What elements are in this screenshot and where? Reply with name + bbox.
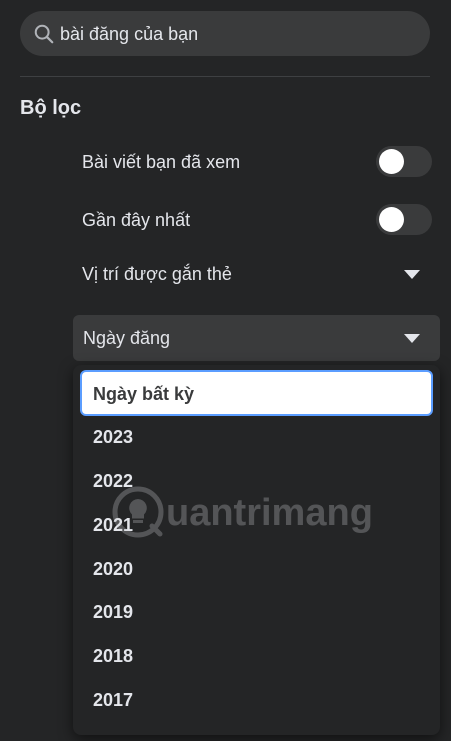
filter-most-recent-label: Gần đây nhất	[82, 210, 191, 230]
filter-most-recent[interactable]: Gần đây nhất	[82, 204, 432, 238]
date-option-2022[interactable]: 2022	[93, 471, 133, 492]
date-option-2023[interactable]: 2023	[93, 427, 133, 448]
filter-tagged-location[interactable]: Vị trí được gắn thẻ	[82, 258, 432, 292]
chevron-down-icon[interactable]	[404, 270, 420, 279]
filter-seen-posts[interactable]: Bài viết bạn đã xem	[82, 146, 432, 180]
search-icon	[34, 24, 54, 44]
date-option-2019[interactable]: 2019	[93, 602, 133, 623]
most-recent-toggle[interactable]	[376, 204, 432, 235]
date-option-any[interactable]: Ngày bất kỳ	[80, 370, 433, 416]
chevron-down-icon[interactable]	[404, 334, 420, 343]
search-filter-panel: bài đăng của bạn Bộ lọc Bài viết bạn đã …	[0, 0, 451, 741]
date-option-2018[interactable]: 2018	[93, 646, 133, 667]
filter-seen-posts-label: Bài viết bạn đã xem	[82, 152, 241, 172]
search-input[interactable]: bài đăng của bạn	[20, 11, 430, 56]
search-query[interactable]: bài đăng của bạn	[60, 23, 198, 45]
divider	[20, 76, 430, 77]
date-option-2021[interactable]: 2021	[93, 515, 133, 536]
date-option-2017[interactable]: 2017	[93, 690, 133, 711]
filters-heading: Bộ lọc	[20, 97, 82, 119]
date-posted-dropdown: Ngày bất kỳ 2023 2022 2021 2020 2019 201…	[73, 365, 440, 735]
date-posted-select[interactable]: Ngày đăng	[73, 315, 440, 361]
seen-posts-toggle[interactable]	[376, 146, 432, 177]
filter-tagged-location-label: Vị trí được gắn thẻ	[82, 264, 232, 284]
toggle-knob	[379, 207, 404, 232]
date-posted-label: Ngày đăng	[83, 328, 171, 348]
date-option-label: Ngày bất kỳ	[93, 384, 195, 404]
date-option-2020[interactable]: 2020	[93, 559, 133, 580]
toggle-knob	[379, 149, 404, 174]
